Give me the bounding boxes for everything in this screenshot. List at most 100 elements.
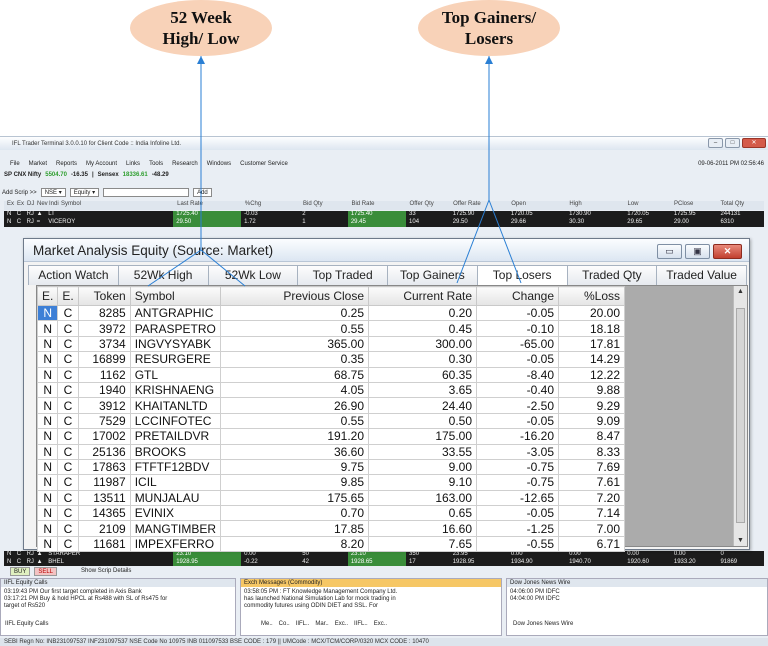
tab-52wk-low[interactable]: 52Wk Low [207,265,299,285]
scroll-thumb[interactable] [736,308,745,523]
popup-maximize-button[interactable]: ▣ [685,244,710,259]
table-row[interactable]: N C 1940 KRISHNAENG 4.05 3.65 -0.40 9.88 [36,381,626,399]
scroll-down-icon[interactable]: ▼ [737,537,744,544]
table-row[interactable]: N C 25136 BROOKS 36.60 33.55 -3.05 8.33 [36,443,626,460]
market-analysis-window: Market Analysis Equity (Source: Market) … [23,238,750,553]
column-header[interactable]: Symbol [129,286,222,306]
tab-equity-calls[interactable]: IIFL Equity Calls [5,621,48,627]
tab-top-gainers[interactable]: Top Gainers [387,265,478,285]
column-header[interactable]: Previous Close [220,286,370,306]
minimize-button[interactable]: – [708,138,723,148]
column-header[interactable]: %Loss [558,286,626,306]
watch-cell: 2 [302,211,306,217]
panel-tab[interactable]: IIFL.. [354,621,368,627]
table-cell: C [57,366,79,383]
buy-button[interactable]: BUY [10,566,31,576]
close-button[interactable]: ✕ [742,138,766,148]
menu-item[interactable]: Research [172,161,198,167]
popup-minimize-button[interactable]: ▭ [657,244,682,259]
tab-top-traded[interactable]: Top Traded [297,265,388,285]
table-cell: -8.40 [476,366,560,383]
table-row[interactable]: N C 8285 ANTGRAPHIC 0.25 0.20 -0.05 20.00 [36,304,626,322]
app-title: IFL Trader Terminal 3.0.0.10 for Client … [12,140,182,147]
watch-row[interactable]: N C RJ = VICEROY 29.50 1.72 1 29.45 104 29.50 29.66… [4,219,764,227]
watch-header-row: Ex Ex DJ Nev Indi Symbol Last Rate %Chg Bid Qty B… [4,201,764,210]
watch-column-header: Ex [17,201,25,207]
message-line: 03:19:43 PM Our first target completed i… [4,589,142,595]
scrip-input[interactable] [103,188,190,197]
column-header[interactable]: E. [57,286,79,306]
panel-tab[interactable]: Exc.. [335,621,348,627]
table-row[interactable]: N C 3734 INGVYSYABK 365.00 300.00 -65.00 17.81 [36,335,626,353]
show-details-link[interactable]: Show Scrip Details [81,568,131,574]
watch-cell: 1720.05 [510,211,533,217]
tab-traded-qty[interactable]: Traded Qty [566,265,658,285]
message-line: 04:04:00 PM IDFC [510,596,560,602]
table-cell: 300.00 [368,335,478,353]
watch-column-header: Offer Rate [453,201,481,207]
sensex-value: 18336.61 [122,172,148,178]
table-row[interactable]: N C 1162 GTL 68.75 60.35 -8.40 12.22 [36,366,626,383]
window-titlebar: IFL Trader Terminal 3.0.0.10 for Client … [0,137,768,150]
tab-52wk-high[interactable]: 52Wk High [117,265,209,285]
table-cell: -0.75 [476,474,560,491]
scroll-up-icon[interactable]: ▲ [737,288,744,295]
exchange-select[interactable]: NSE ▾ [40,188,66,197]
watch-cell: 30.30 [569,219,585,225]
menu-item[interactable]: Links [126,161,140,167]
tab-action-watch[interactable]: Action Watch [28,265,119,285]
column-header[interactable]: Token [77,286,131,306]
panel-tab[interactable]: Exc.. [374,621,387,627]
table-row[interactable]: N C 14365 EVINIX 0.70 0.65 -0.05 7.14 [36,505,626,522]
panel-tab[interactable]: Co.. [279,621,290,627]
add-scrip-label: Add Scrip >> [2,189,37,196]
table-row[interactable]: N C 17863 FTFTF12BDV 9.75 9.00 -0.75 7.69 [36,458,626,476]
watch-cell: 1730.90 [569,211,591,217]
table-cell: C [57,474,79,491]
panel-tab[interactable]: Mar.. [315,621,328,627]
table-cell: IMPEXFERRO [129,535,222,553]
watch-column-header: Symbol [61,201,82,207]
sell-button[interactable]: SELL [34,566,58,576]
segment-select[interactable]: Equity ▾ [69,188,100,197]
menu-item[interactable]: Windows [207,161,231,167]
index-bar: SP CNX Nifty 5504.70 -16.35 | Sensex 183… [4,172,169,178]
menu-item[interactable]: Tools [149,161,163,167]
table-cell: 9.29 [558,397,626,414]
vertical-scrollbar[interactable]: ▲ ▼ [733,286,747,546]
table-row[interactable]: N C 16899 RESURGERE 0.35 0.30 -0.05 14.29 [36,351,626,368]
table-cell: N [36,351,59,368]
popup-close-button[interactable]: ✕ [713,244,742,259]
losers-grid: E. E. Token Symbol Previous Close Current Rat… [36,285,748,553]
table-cell: 3734 [77,335,131,353]
menu-item[interactable]: Customer Service [240,161,288,167]
tab-traded-value[interactable]: Traded Value [656,265,747,285]
table-cell: -0.75 [476,458,560,476]
maximize-button[interactable]: □ [725,138,740,148]
watch-cell: 1 [302,219,306,225]
menu-item[interactable]: Market [29,161,47,167]
menu-item[interactable]: My Account [86,161,117,167]
watch-cell: RJ [26,551,34,557]
column-header[interactable]: E. [36,286,59,306]
table-row[interactable]: N C 11987 ICIL 9.85 9.10 -0.75 7.61 [36,474,626,491]
message-line: 03:17:21 PM Buy & hold HPCL at Rs488 wit… [4,596,168,602]
panel-tab[interactable]: Me.. [261,621,273,627]
panel-tab[interactable]: IIFL.. [296,621,310,627]
table-row[interactable]: N C 11681 IMPEXFERRO 8.20 7.65 -0.55 6.71 [36,535,626,553]
watch-row[interactable]: N C RJ ▲ LT 1725.40 -0.03 2 1725.40 33 1725.90 1720… [4,211,764,219]
table-row[interactable]: N C 7529 LCCINFOTEC 0.55 0.50 -0.05 9.09 [36,412,626,430]
table-row[interactable]: N C 13511 MUNJALAU 175.65 163.00 -12.65 7.20 [36,489,626,507]
menu-item[interactable]: File [10,161,20,167]
table-row[interactable]: N C 2109 MANGTIMBER 17.85 16.60 -1.25 7.00 [36,520,626,537]
tab-top-losers[interactable]: Top Losers [476,265,568,286]
table-row[interactable]: N C 3972 PARASPETRO 0.55 0.45 -0.10 18.18 [36,320,626,337]
column-header[interactable]: Current Rate [368,286,478,306]
add-button[interactable]: Add [193,188,212,197]
table-cell: -1.25 [476,520,560,537]
column-header[interactable]: Change [476,286,560,306]
table-row[interactable]: N C 3912 KHAITANLTD 26.90 24.40 -2.50 9.29 [36,397,626,414]
menu-item[interactable]: Reports [56,161,77,167]
table-row[interactable]: N C 17002 PRETAILDVR 191.20 175.00 -16.20 8.47 [36,428,626,445]
tab-dow-jones[interactable]: Dow Jones News Wire [513,621,573,627]
